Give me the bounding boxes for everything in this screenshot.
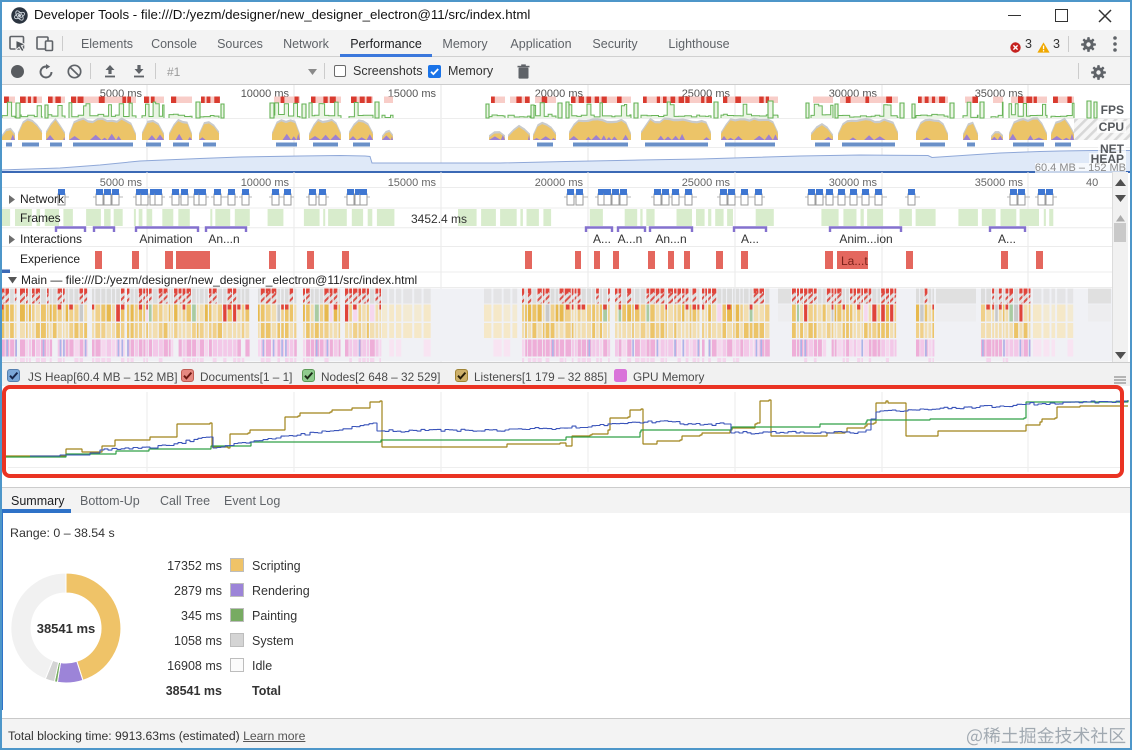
svg-text:15000 ms: 15000 ms xyxy=(388,88,437,100)
svg-text:La...t: La...t xyxy=(841,254,868,268)
